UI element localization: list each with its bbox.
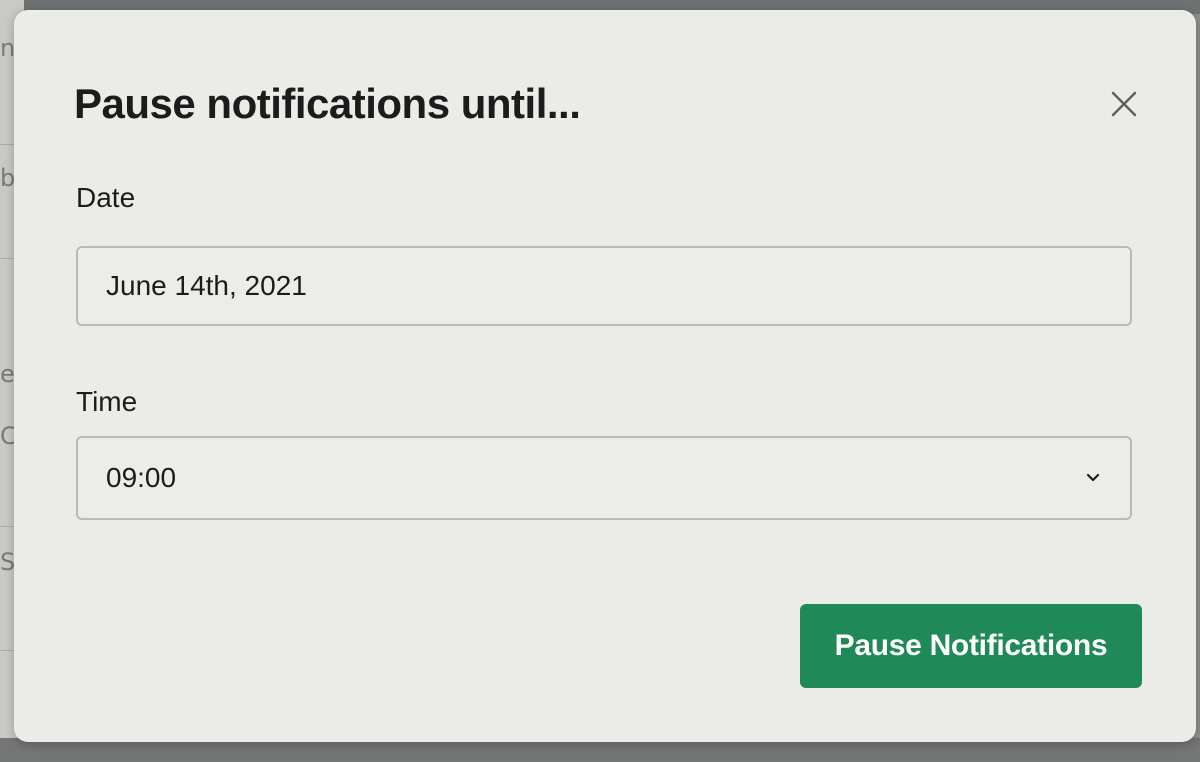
date-label: Date — [76, 182, 136, 213]
pause-notifications-button[interactable]: Pause Notifications — [800, 604, 1142, 688]
chevron-down-icon — [1086, 473, 1100, 482]
close-icon — [1111, 91, 1137, 117]
time-select[interactable]: 09:00 — [76, 436, 1132, 520]
date-value: June 14th, 2021 — [106, 270, 307, 301]
date-input[interactable]: June 14th, 2021 — [76, 246, 1132, 326]
time-value: 09:00 — [106, 462, 177, 493]
time-label: Time — [76, 386, 138, 417]
dialog-title: Pause notifications until... — [74, 80, 581, 127]
pause-notifications-dialog: Pause notifications until... Date June 1… — [14, 10, 1196, 742]
close-button[interactable] — [1104, 84, 1144, 124]
